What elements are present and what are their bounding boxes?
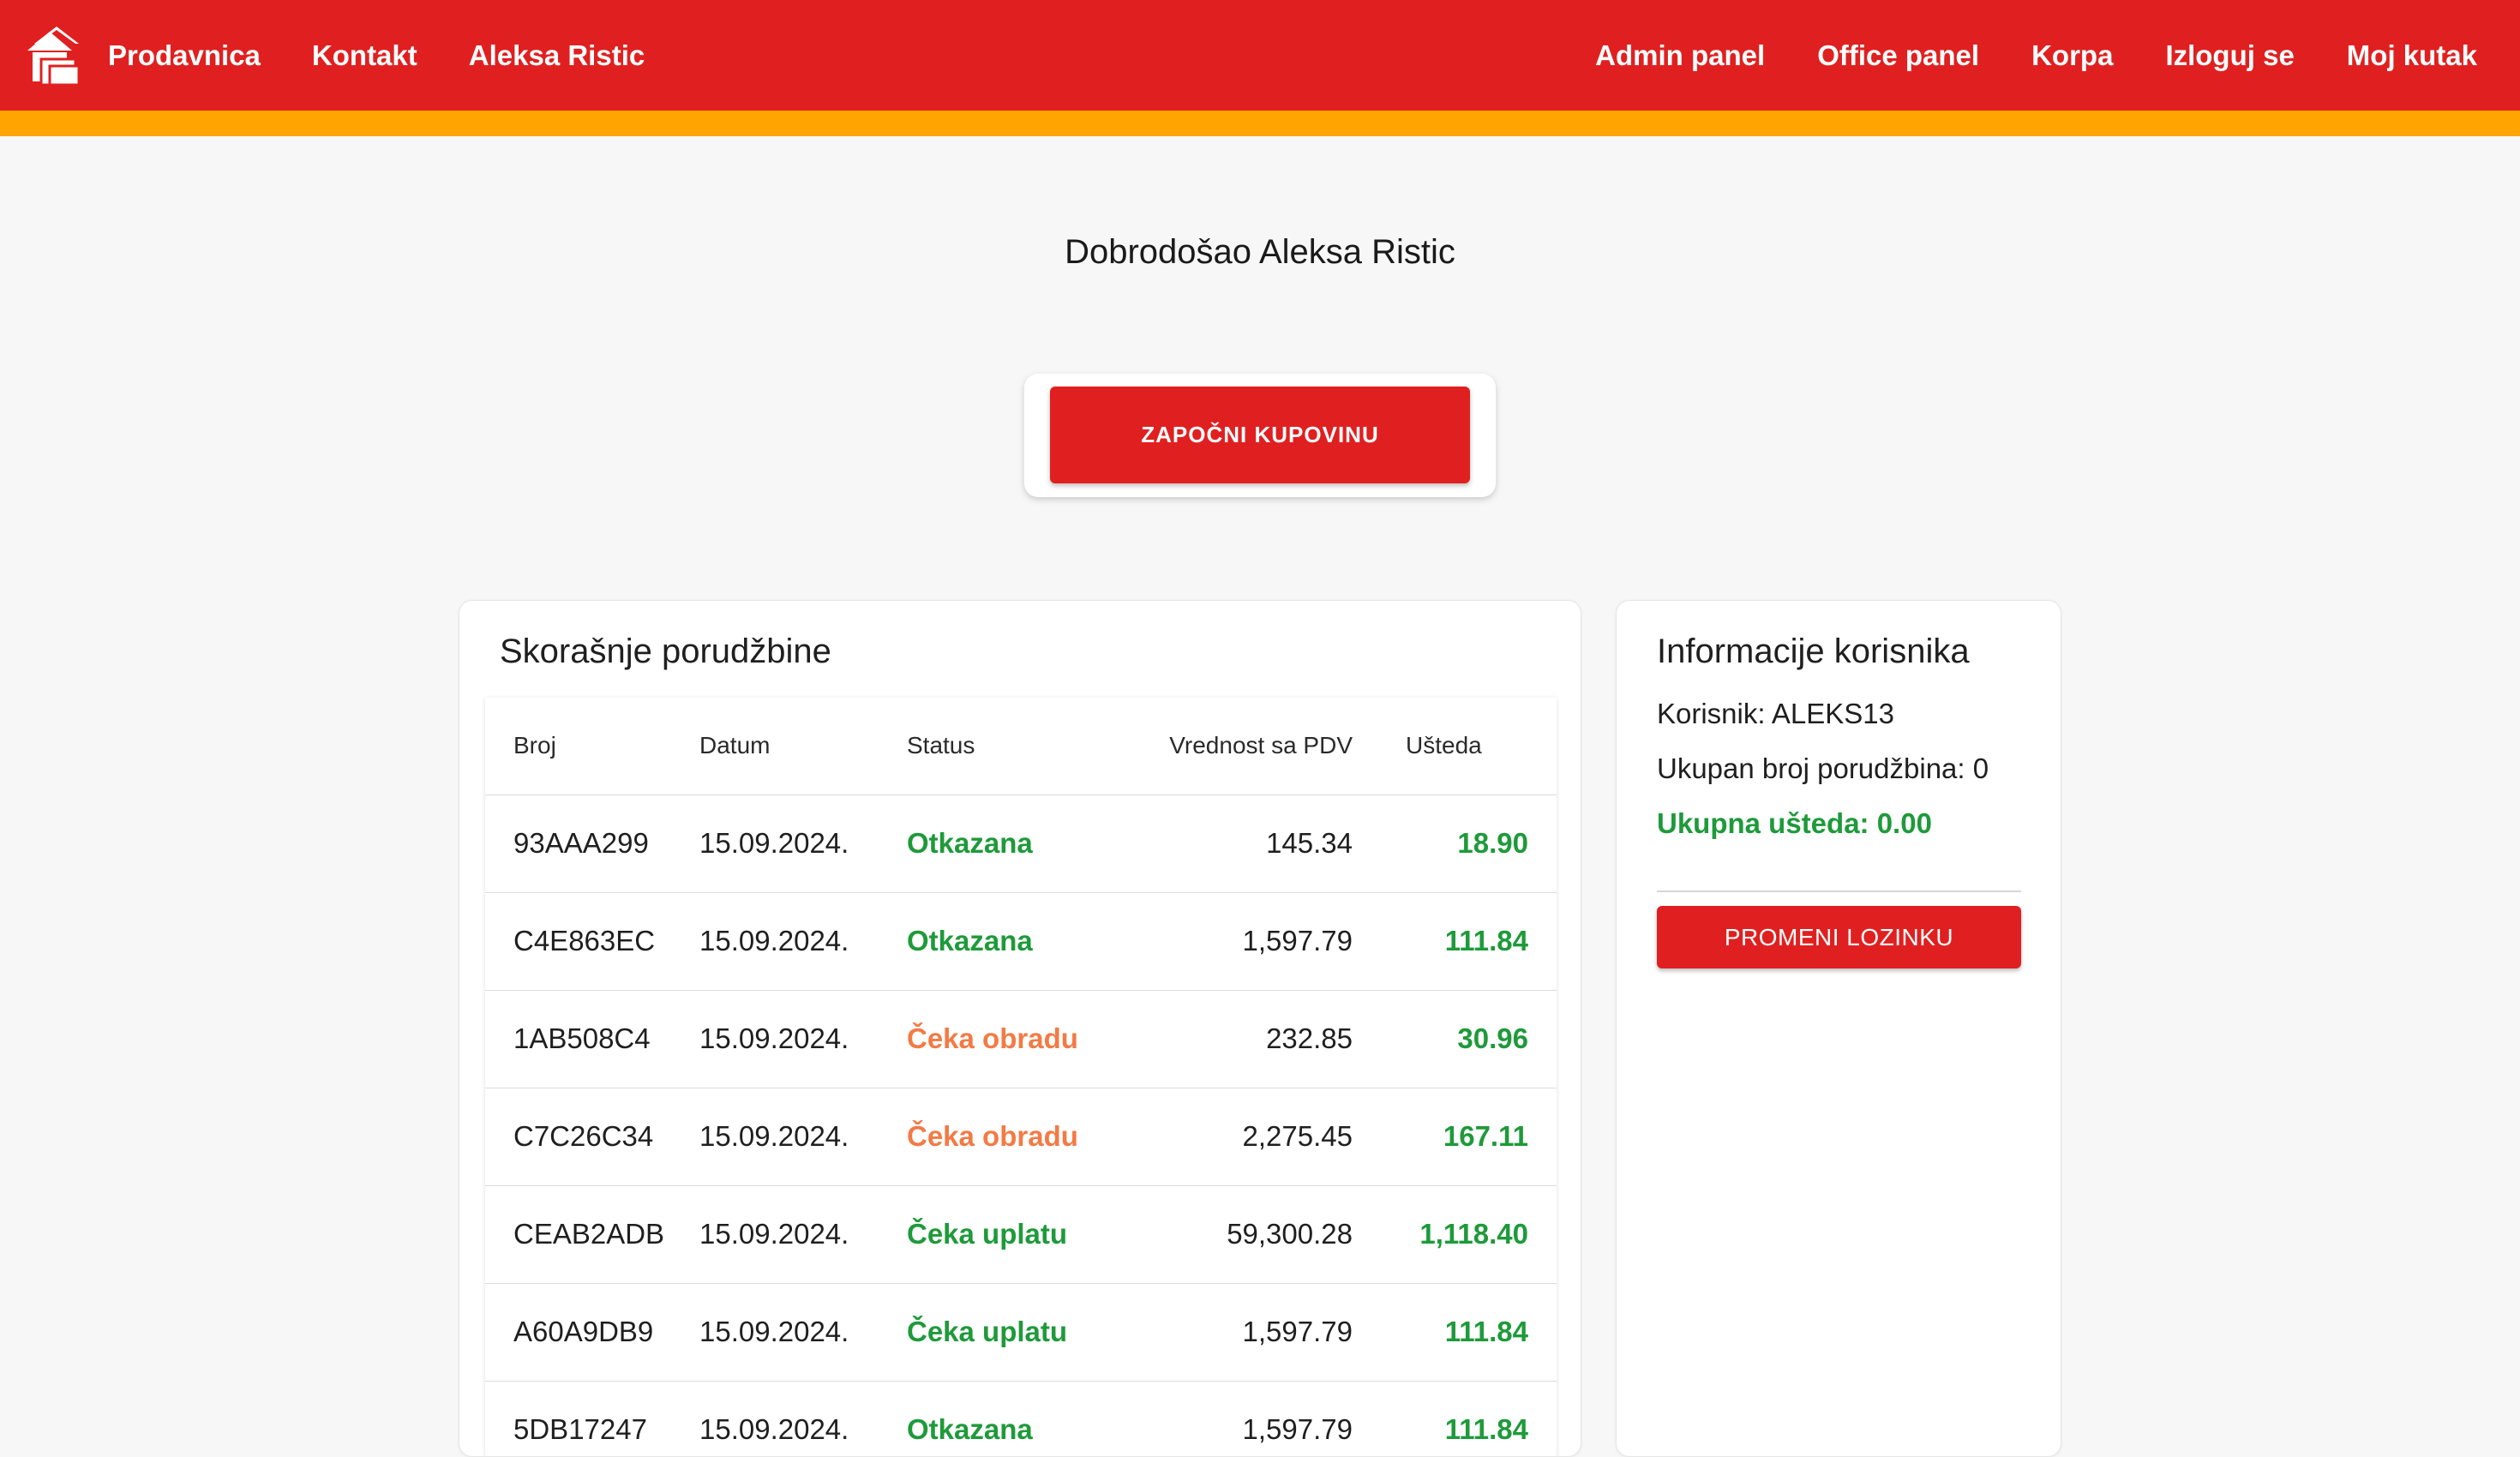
recent-orders-title: Skorašnje porudžbine	[500, 633, 831, 670]
home-logo-icon[interactable]	[24, 25, 86, 87]
order-number: 93AAA299	[485, 794, 699, 893]
accent-stripe	[0, 111, 2520, 136]
col-header-vrednost[interactable]: Vrednost sa PDV	[1113, 698, 1378, 795]
start-shopping-button[interactable]: ZAPOČNI KUPOVINU	[1050, 387, 1470, 483]
order-value: 2,275.45	[1113, 1088, 1378, 1186]
order-value: 232.85	[1113, 990, 1378, 1088]
order-number: A60A9DB9	[485, 1283, 699, 1382]
orders-table: Broj Datum Status Vrednost sa PDV Ušteda…	[485, 698, 1557, 1456]
order-date: 15.09.2024.	[699, 1381, 907, 1456]
order-status: Čeka uplatu	[907, 1283, 1113, 1382]
order-date: 15.09.2024.	[699, 990, 907, 1088]
order-savings: 30.96	[1378, 990, 1557, 1088]
order-count-line: Ukupan broj porudžbina: 0	[1657, 752, 1989, 784]
order-savings: 111.84	[1378, 1283, 1557, 1382]
order-savings: 111.84	[1378, 1381, 1557, 1456]
order-number: 5DB17247	[485, 1381, 699, 1456]
info-divider	[1657, 890, 2021, 892]
col-header-datum[interactable]: Datum	[699, 698, 907, 795]
order-value: 1,597.79	[1113, 1381, 1378, 1456]
nav-office-panel[interactable]: Office panel	[1817, 39, 1979, 72]
table-row[interactable]: C7C26C34 15.09.2024. Čeka obradu 2,275.4…	[485, 1088, 1557, 1186]
nav-moj-kutak[interactable]: Moj kutak	[2347, 39, 2477, 72]
table-row[interactable]: A60A9DB9 15.09.2024. Čeka uplatu 1,597.7…	[485, 1283, 1557, 1382]
order-savings: 1,118.40	[1378, 1185, 1557, 1284]
order-date: 15.09.2024.	[699, 1088, 907, 1186]
table-row[interactable]: 1AB508C4 15.09.2024. Čeka obradu 232.85 …	[485, 990, 1557, 1088]
table-row[interactable]: C4E863EC 15.09.2024. Otkazana 1,597.79 1…	[485, 892, 1557, 991]
table-row[interactable]: CEAB2ADB 15.09.2024. Čeka uplatu 59,300.…	[485, 1185, 1557, 1284]
table-row[interactable]: 5DB17247 15.09.2024. Otkazana 1,597.79 1…	[485, 1381, 1557, 1456]
nav-korpa[interactable]: Korpa	[2031, 39, 2113, 72]
order-value: 145.34	[1113, 794, 1378, 893]
col-header-broj[interactable]: Broj	[485, 698, 699, 795]
cta-card: ZAPOČNI KUPOVINU	[1024, 374, 1496, 497]
nav-right: Admin panel Office panel Korpa Izloguj s…	[1543, 0, 2477, 111]
order-status: Čeka obradu	[907, 990, 1113, 1088]
order-savings: 18.90	[1378, 794, 1557, 893]
table-header-row: Broj Datum Status Vrednost sa PDV Ušteda	[485, 698, 1557, 795]
order-number: CEAB2ADB	[485, 1185, 699, 1284]
col-header-status[interactable]: Status	[907, 698, 1113, 795]
nav-admin-panel[interactable]: Admin panel	[1595, 39, 1765, 72]
order-savings: 167.11	[1378, 1088, 1557, 1186]
order-status: Otkazana	[907, 1381, 1113, 1456]
total-savings-line: Ukupna ušteda: 0.00	[1657, 807, 1932, 839]
table-row[interactable]: 93AAA299 15.09.2024. Otkazana 145.34 18.…	[485, 794, 1557, 893]
order-number: C7C26C34	[485, 1088, 699, 1186]
username-line: Korisnik: ALEKS13	[1657, 698, 1894, 729]
col-header-usteda[interactable]: Ušteda	[1378, 698, 1557, 795]
nav-izloguj-se[interactable]: Izloguj se	[2165, 39, 2294, 72]
order-status: Otkazana	[907, 892, 1113, 991]
welcome-heading: Dobrodošao Aleksa Ristic	[1065, 233, 1455, 271]
nav-user-name[interactable]: Aleksa Ristic	[469, 39, 645, 72]
user-info-card: Informacije korisnika Korisnik: ALEKS13 …	[1616, 600, 2061, 1457]
order-value: 1,597.79	[1113, 892, 1378, 991]
order-value: 1,597.79	[1113, 1283, 1378, 1382]
order-date: 15.09.2024.	[699, 794, 907, 893]
orders-table-container: Broj Datum Status Vrednost sa PDV Ušteda…	[485, 698, 1557, 1456]
user-info-title: Informacije korisnika	[1657, 633, 1970, 670]
order-number: 1AB508C4	[485, 990, 699, 1088]
nav-prodavnica[interactable]: Prodavnica	[108, 39, 261, 72]
top-navbar: Prodavnica Kontakt Aleksa Ristic Admin p…	[0, 0, 2520, 111]
order-date: 15.09.2024.	[699, 1283, 907, 1382]
order-status: Čeka uplatu	[907, 1185, 1113, 1284]
change-password-button[interactable]: PROMENI LOZINKU	[1657, 906, 2021, 968]
nav-left: Prodavnica Kontakt Aleksa Ristic	[24, 0, 696, 111]
order-savings: 111.84	[1378, 892, 1557, 991]
order-status: Otkazana	[907, 794, 1113, 893]
order-status: Čeka obradu	[907, 1088, 1113, 1186]
order-number: C4E863EC	[485, 892, 699, 991]
recent-orders-card: Skorašnje porudžbine Broj Datum Status V…	[459, 600, 1581, 1457]
order-date: 15.09.2024.	[699, 1185, 907, 1284]
nav-kontakt[interactable]: Kontakt	[312, 39, 417, 72]
order-date: 15.09.2024.	[699, 892, 907, 991]
order-value: 59,300.28	[1113, 1185, 1378, 1284]
